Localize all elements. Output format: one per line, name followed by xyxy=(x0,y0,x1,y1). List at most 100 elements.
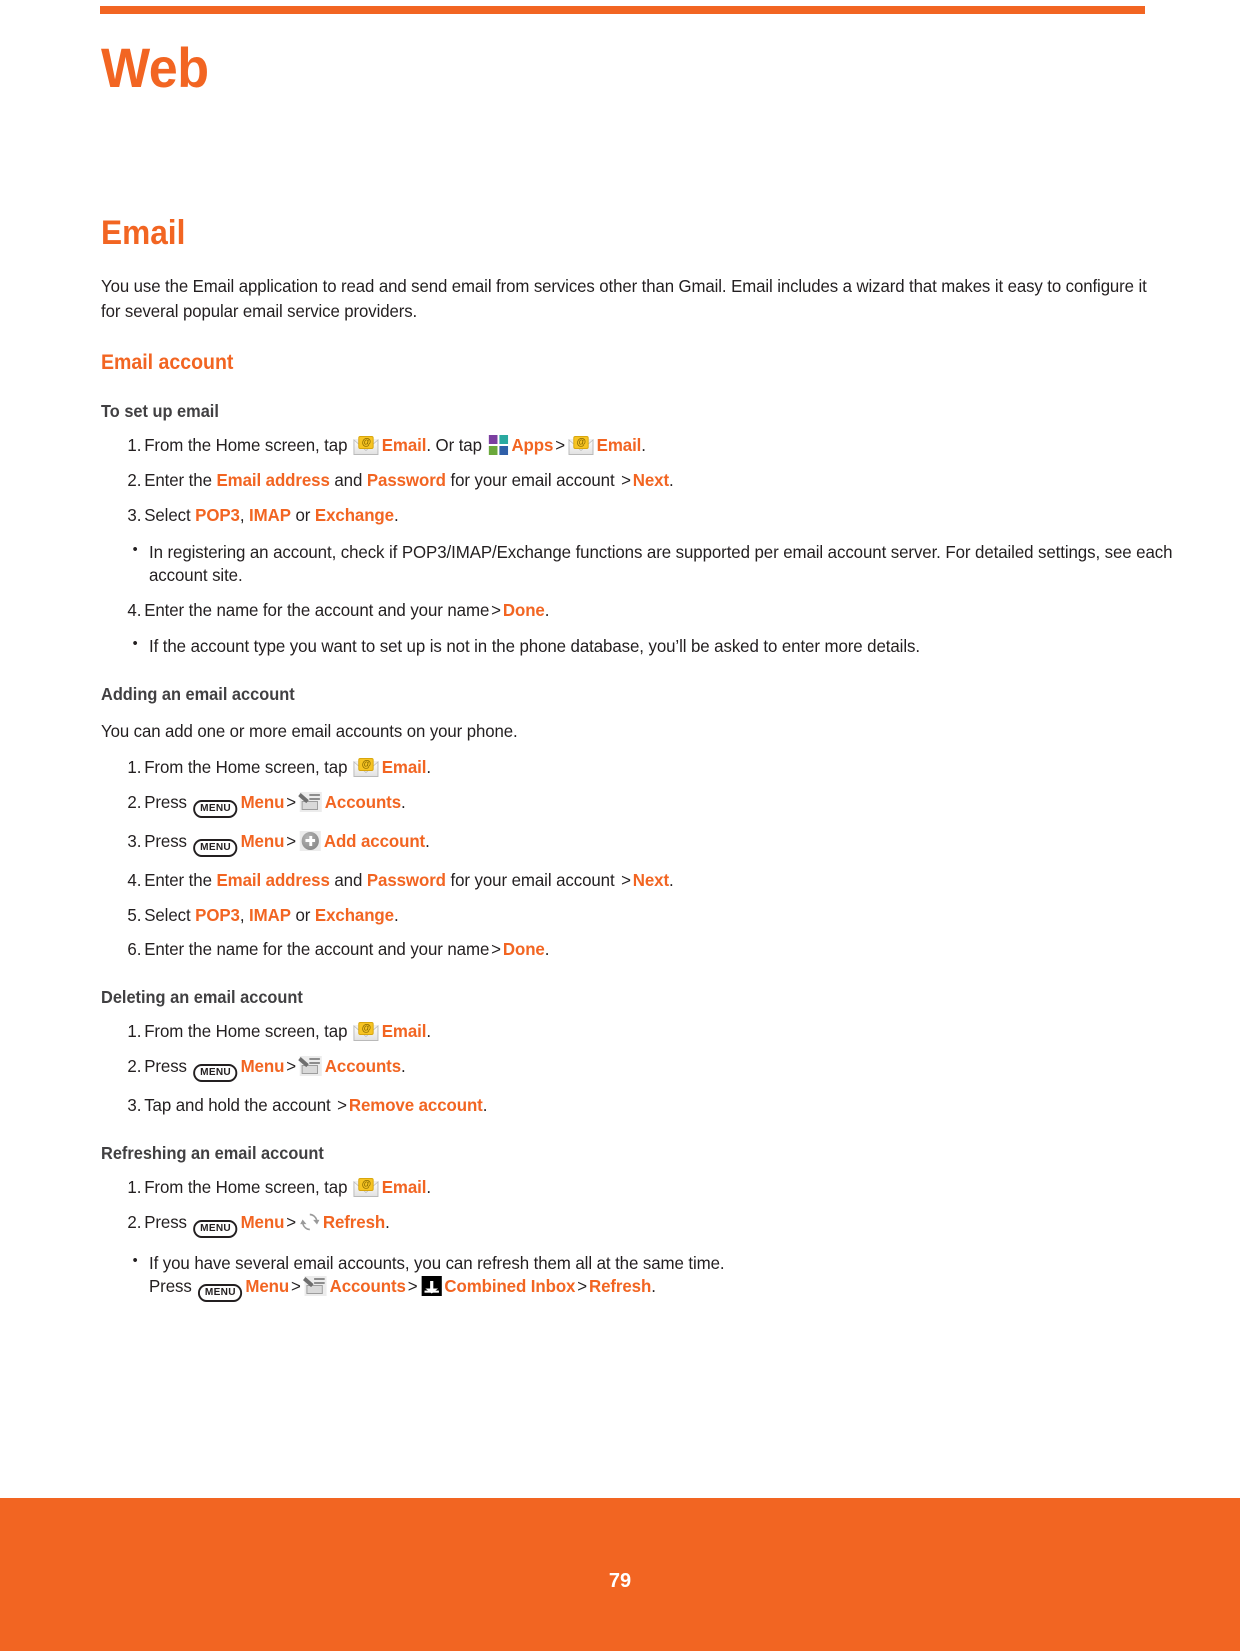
menu-key-icon: MENU xyxy=(193,1219,238,1238)
emphasis-term: Add account xyxy=(323,830,426,851)
emphasis-term: Menu xyxy=(240,830,285,851)
procedure-list: To set up email 1. From the Home screen, t… xyxy=(101,401,1173,1302)
email-icon: @ xyxy=(353,1178,379,1198)
step-separator: > xyxy=(491,599,501,620)
emphasis-term: Email address xyxy=(216,869,330,890)
emphasis-term: Menu xyxy=(245,1275,290,1296)
step-number: 1. xyxy=(127,1021,142,1042)
step-number: 2. xyxy=(127,470,142,491)
procedure-step: 4. Enter the Email address and Password f… xyxy=(101,869,1186,892)
manual-page: Web Email You use the Email application … xyxy=(0,0,1240,1651)
step-number: 4. xyxy=(127,869,142,890)
emphasis-term: Next xyxy=(632,869,670,890)
procedure-block: Deleting an email account 1. From the Home… xyxy=(101,987,1146,1117)
emphasis-term: Email xyxy=(381,435,427,456)
step-separator: > xyxy=(407,1275,418,1296)
emphasis-term: Menu xyxy=(240,1056,285,1077)
step-number: 2. xyxy=(127,1211,142,1232)
note-list: • If you have several email accounts, you… xyxy=(101,1252,1146,1302)
emphasis-term: Remove account xyxy=(348,1095,483,1116)
email-icon: @ xyxy=(353,757,379,777)
refresh-icon xyxy=(300,1212,320,1232)
emphasis-term: IMAP xyxy=(249,504,291,525)
procedure-step: 3. Select POP3, IMAP or Exchange. xyxy=(101,504,1186,527)
step-number: 5. xyxy=(127,904,142,925)
menu-key-icon: MENU xyxy=(193,799,238,818)
email-icon: @ xyxy=(353,1022,379,1042)
step-number: 3. xyxy=(127,1095,142,1116)
combined-inbox-icon xyxy=(421,1275,442,1296)
emphasis-term: Accounts xyxy=(329,1275,406,1296)
page-title: Web xyxy=(101,36,209,99)
note-line: If you have several email accounts, you … xyxy=(149,1252,725,1273)
note-list: • If the account type you want to set up… xyxy=(101,635,1146,658)
page-content: Web Email You use the Email application … xyxy=(101,30,1173,1302)
accounts-icon xyxy=(298,791,322,812)
note-list: • In registering an account, check if POP… xyxy=(101,541,1173,587)
procedure-step: 6. Enter the name for the account and you… xyxy=(101,938,1186,961)
procedure-block: Refreshing an email account 1. From the Ho… xyxy=(101,1143,1146,1302)
step-separator: > xyxy=(291,1275,301,1296)
emphasis-term: Password xyxy=(366,869,446,890)
procedure-heading: Adding an email account xyxy=(101,684,295,705)
step-number: 1. xyxy=(127,435,142,456)
bullet-icon: • xyxy=(132,635,138,653)
emphasis-term: IMAP xyxy=(249,904,291,925)
emphasis-term: Done xyxy=(502,599,545,620)
procedure-block: Adding an email account You can add one o… xyxy=(101,684,1146,961)
section-intro-paragraph: You use the Email application to read an… xyxy=(101,276,1147,321)
menu-key-icon: MENU xyxy=(193,1064,238,1083)
section-heading-email: Email xyxy=(101,214,186,252)
emphasis-term: Refresh xyxy=(588,1275,652,1296)
step-list: 1. From the Home screen, tap @ Email. 2. Pre… xyxy=(101,1020,1146,1117)
step-list-continued: 4. Enter the name for the account and you… xyxy=(101,599,1146,622)
procedure-step: 2. Press MENU Menu > Refresh. xyxy=(101,1211,1186,1238)
step-separator: > xyxy=(286,791,296,812)
emphasis-term: Menu xyxy=(240,791,285,812)
procedure-block: To set up email 1. From the Home screen, t… xyxy=(101,401,1173,658)
step-separator: > xyxy=(491,939,501,960)
step-list: 1. From the Home screen, tap @ Email. 2. Pre… xyxy=(101,1176,1146,1238)
emphasis-term: POP3 xyxy=(195,904,240,925)
emphasis-term: Accounts xyxy=(324,1056,401,1077)
procedure-step: 1. From the Home screen, tap @ Email. xyxy=(101,1020,1186,1043)
procedure-step: 4. Enter the name for the account and you… xyxy=(101,599,1186,622)
step-number: 3. xyxy=(127,830,142,851)
procedure-step: 2. Press MENU Menu > Accounts. xyxy=(101,791,1186,818)
procedure-step: 2. Enter the Email address and Password f… xyxy=(101,469,1186,492)
step-separator: > xyxy=(577,1275,588,1296)
page-number: 79 xyxy=(608,1570,632,1592)
step-separator: > xyxy=(286,1056,296,1077)
bullet-icon: • xyxy=(132,540,138,558)
step-separator: > xyxy=(621,869,631,890)
procedure-heading: Refreshing an email account xyxy=(101,1143,324,1164)
emphasis-term: Password xyxy=(366,470,446,491)
emphasis-term: Next xyxy=(632,470,670,491)
step-number: 3. xyxy=(127,504,142,525)
email-icon: @ xyxy=(568,436,594,456)
step-number: 1. xyxy=(127,756,142,777)
emphasis-term: Accounts xyxy=(324,791,401,812)
emphasis-term: Email xyxy=(381,1177,427,1198)
emphasis-term: Email xyxy=(381,1021,427,1042)
step-number: 2. xyxy=(127,791,142,812)
emphasis-term: Refresh xyxy=(322,1211,386,1232)
subsection-heading-email-account: Email account xyxy=(101,351,234,375)
emphasis-term: Email xyxy=(596,435,642,456)
menu-key-icon: MENU xyxy=(193,838,238,857)
step-number: 2. xyxy=(127,1056,142,1077)
menu-key-icon: MENU xyxy=(198,1283,243,1302)
emphasis-term: Email address xyxy=(216,470,330,491)
emphasis-term: Combined Inbox xyxy=(444,1275,576,1296)
procedure-note: • In registering an account, check if POP… xyxy=(132,540,1173,585)
email-icon: @ xyxy=(353,436,379,456)
accounts-icon xyxy=(298,1056,322,1077)
header-rule xyxy=(100,6,1145,14)
note-line: Press MENU Menu > Accounts > Combined Inbox > R… xyxy=(149,1275,1191,1302)
bullet-icon: • xyxy=(132,1251,138,1269)
emphasis-term: Apps xyxy=(511,435,554,456)
procedure-note: • If the account type you want to set up… xyxy=(132,635,920,657)
emphasis-term: POP3 xyxy=(195,504,240,525)
emphasis-term: Email xyxy=(381,756,427,777)
step-separator: > xyxy=(286,830,296,851)
